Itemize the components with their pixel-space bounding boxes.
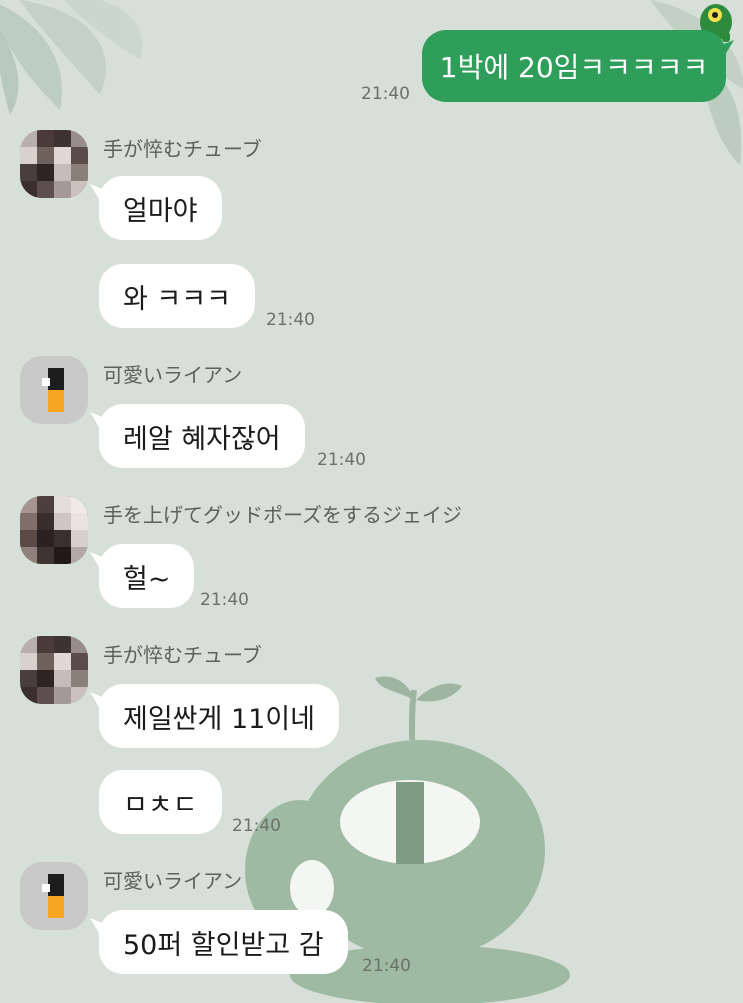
avatar[interactable]: [20, 356, 88, 424]
sent-message-bubble[interactable]: 1박에 20임ㅋㅋㅋㅋㅋ: [422, 30, 726, 102]
received-message-bubble[interactable]: 헐~: [99, 544, 195, 608]
sender-name: 手が悴むチューブ: [103, 643, 262, 667]
message-timestamp: 21:40: [317, 450, 366, 470]
message-timestamp: 21:40: [266, 310, 315, 330]
message-timestamp: 21:40: [232, 816, 281, 836]
sender-name: 手が悴むチューブ: [103, 137, 262, 161]
avatar[interactable]: [20, 496, 88, 564]
sender-name: 可愛いライアン: [103, 869, 243, 893]
avatar[interactable]: [20, 862, 88, 930]
leaf-icon: [0, 0, 143, 115]
received-message-bubble[interactable]: 50퍼 할인받고 감: [99, 910, 348, 974]
sender-name: 手を上げてグッドポーズをするジェイジ: [103, 503, 462, 527]
received-message-bubble[interactable]: 레알 혜자잖어: [99, 404, 305, 468]
sender-name: 可愛いライアン: [103, 363, 243, 387]
message-timestamp: 21:40: [362, 956, 411, 976]
received-message-bubble[interactable]: 얼마야: [99, 176, 222, 240]
avatar[interactable]: [20, 130, 88, 198]
avatar[interactable]: [20, 636, 88, 704]
message-timestamp: 21:40: [200, 590, 249, 610]
received-message-bubble[interactable]: ㅁㅊㄷ: [99, 770, 222, 834]
received-message-bubble[interactable]: 제일싼게 11이네: [99, 684, 339, 748]
received-message-bubble[interactable]: 와 ㅋㅋㅋ: [99, 264, 255, 328]
message-timestamp: 21:40: [361, 84, 410, 104]
